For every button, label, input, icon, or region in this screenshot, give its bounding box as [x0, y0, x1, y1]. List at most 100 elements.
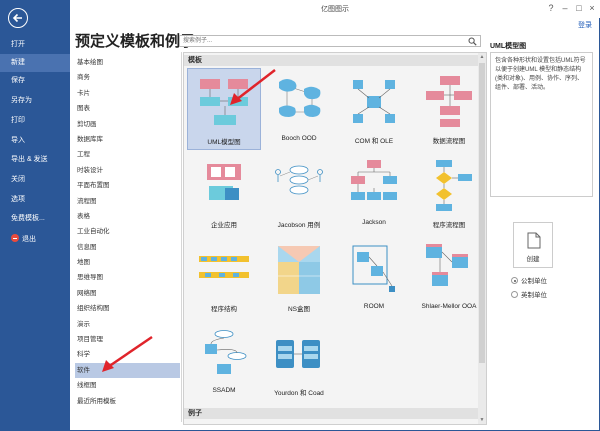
template-label: 程序结构: [211, 306, 237, 313]
radio-unselected-icon: [511, 291, 518, 298]
room-thumbnail: [352, 245, 395, 292]
nav-export-send[interactable]: 导出 & 发送: [0, 151, 70, 169]
data-flow-thumbnail: [426, 76, 472, 127]
nav-save-as[interactable]: 另存为: [0, 92, 70, 110]
jacobson-use-case-thumbnail: [275, 165, 323, 195]
category-item[interactable]: 最近所用模板: [75, 394, 180, 409]
nav-new[interactable]: 新建: [0, 54, 70, 72]
title-bar: 亿图图示 ? – □ ×: [70, 0, 600, 18]
template-tile[interactable]: Jackson: [337, 152, 411, 234]
annotation-arrow-icon: [230, 69, 276, 105]
vertical-scrollbar[interactable]: ▲ ▼: [478, 53, 486, 424]
template-tile[interactable]: COM 和 OLE: [337, 68, 411, 150]
category-item[interactable]: 表格: [75, 209, 180, 224]
shlaer-mellor-thumbnail: [426, 244, 468, 286]
nav-options[interactable]: 选项: [0, 191, 70, 209]
program-structure-thumbnail: [199, 256, 249, 278]
ns-box-thumbnail: [278, 246, 320, 294]
create-label: 创建: [526, 256, 540, 263]
jackson-thumbnail: [351, 160, 397, 200]
category-item[interactable]: 流程图: [75, 194, 180, 209]
template-label: NS盒图: [287, 306, 311, 313]
details-description: 包含各种形状和设置包括UML符号以便于创建UML 模型和静态结构(类和对象)、用…: [490, 52, 593, 197]
category-item[interactable]: 图表: [75, 101, 180, 116]
template-label: ROOM: [363, 303, 385, 310]
category-item[interactable]: 工程: [75, 147, 180, 162]
new-document-icon: [527, 232, 541, 249]
category-item[interactable]: 卡片: [75, 86, 180, 101]
create-button[interactable]: 创建: [513, 222, 553, 268]
back-button[interactable]: [8, 8, 28, 28]
scroll-up-icon[interactable]: ▲: [478, 53, 486, 61]
search-icon[interactable]: [468, 37, 477, 46]
category-item[interactable]: 工业自动化: [75, 224, 180, 239]
template-tile[interactable]: Shlaer-Mellor OOA: [412, 236, 486, 318]
template-label: COM 和 OLE: [354, 138, 394, 145]
yourdon-coad-thumbnail: [276, 340, 320, 368]
category-item[interactable]: 信息图: [75, 240, 180, 255]
category-item[interactable]: 线框图: [75, 378, 180, 393]
search-input[interactable]: [180, 36, 460, 46]
category-item[interactable]: 演示: [75, 317, 180, 332]
template-label: 数据流程图: [432, 138, 466, 145]
template-tile[interactable]: NS盒图: [262, 236, 336, 318]
template-label: Booch OOD: [281, 135, 317, 142]
nav-free-templates[interactable]: 免费模板...: [0, 210, 70, 228]
template-label: Yourdon 和 Coad: [274, 390, 324, 397]
template-tile[interactable]: 企业应用: [187, 152, 261, 234]
category-item[interactable]: 剪切画: [75, 117, 180, 132]
category-item[interactable]: 数据库库: [75, 132, 180, 147]
unit-imperial-label: 英制单位: [521, 292, 547, 299]
maximize-icon[interactable]: □: [572, 2, 586, 14]
unit-metric-radio[interactable]: 公制单位: [511, 275, 547, 285]
minimize-icon[interactable]: –: [558, 2, 572, 14]
search-box: [179, 35, 481, 47]
category-item[interactable]: 网络图: [75, 286, 180, 301]
scroll-down-icon[interactable]: ▼: [478, 416, 486, 424]
template-label: Jacobson 用例: [277, 222, 321, 229]
scroll-thumb[interactable]: [479, 63, 485, 363]
radio-selected-icon: [511, 277, 518, 284]
window-title: 亿图图示: [321, 6, 349, 13]
template-label: SSADM: [212, 387, 236, 394]
details-title: UML模型图: [490, 43, 527, 50]
nav-save[interactable]: 保存: [0, 72, 70, 90]
template-tile[interactable]: 数据流程图: [412, 68, 486, 150]
unit-metric-label: 公制单位: [521, 278, 547, 285]
template-label: 程序流程图: [432, 222, 466, 229]
program-flow-thumbnail: [436, 160, 472, 211]
booch-ood-thumbnail: [279, 79, 321, 117]
nav-close[interactable]: 关闭: [0, 171, 70, 189]
com-ole-thumbnail: [353, 80, 395, 123]
nav-exit[interactable]: 退出: [0, 231, 70, 249]
template-tile[interactable]: Jacobson 用例: [262, 152, 336, 234]
template-label: Shlaer-Mellor OOA: [421, 303, 477, 310]
category-item[interactable]: 组织结构图: [75, 301, 180, 316]
category-item[interactable]: 平面布置图: [75, 178, 180, 193]
backstage-nav: 打开 新建 保存 另存为 打印 导入 导出 & 发送 关闭 选项 免费模板...…: [0, 0, 70, 431]
close-icon[interactable]: ×: [585, 2, 599, 14]
category-item[interactable]: 时装设计: [75, 163, 180, 178]
template-tile[interactable]: SSADM: [187, 320, 261, 402]
template-tile[interactable]: Yourdon 和 Coad: [262, 320, 336, 402]
login-link[interactable]: 登录: [578, 20, 592, 30]
annotation-arrow-icon: [102, 335, 153, 372]
divider: [181, 52, 182, 422]
nav-print[interactable]: 打印: [0, 112, 70, 130]
help-icon[interactable]: ?: [544, 2, 558, 14]
unit-imperial-radio[interactable]: 英制单位: [511, 289, 547, 299]
category-item[interactable]: 地图: [75, 255, 180, 270]
template-tile[interactable]: ROOM: [337, 236, 411, 318]
section-header-examples: 例子: [184, 408, 478, 419]
section-header-templates: 模板: [184, 55, 478, 66]
template-tile[interactable]: 程序流程图: [412, 152, 486, 234]
nav-exit-label: 退出: [22, 236, 36, 243]
category-item[interactable]: 思维导图: [75, 270, 180, 285]
category-item[interactable]: 基本绘图: [75, 55, 180, 70]
ssadm-thumbnail: [205, 330, 247, 374]
nav-import[interactable]: 导入: [0, 132, 70, 150]
nav-open[interactable]: 打开: [0, 36, 70, 54]
category-item[interactable]: 商务: [75, 70, 180, 85]
back-arrow-icon: [12, 13, 22, 23]
template-tile[interactable]: 程序结构: [187, 236, 261, 318]
